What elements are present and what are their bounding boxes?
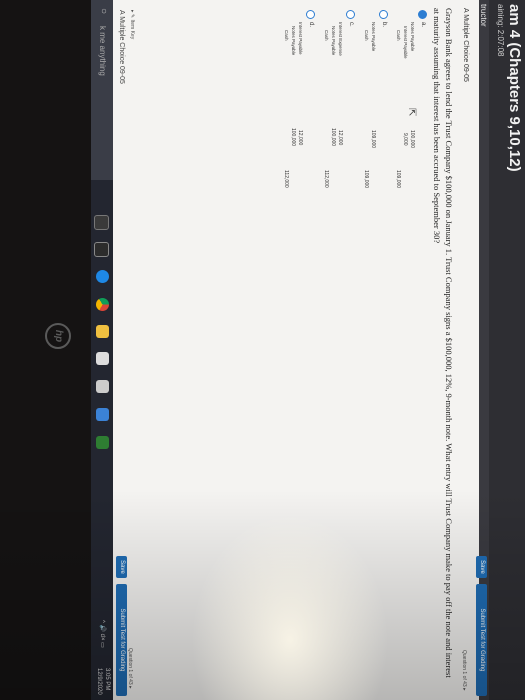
exam-header: am 4 (Chapters 9,10,12) aining: 2:07:08: [489, 0, 525, 700]
submit-test-button-bottom[interactable]: Submit Test for Grading: [116, 584, 127, 696]
option-b-radio[interactable]: [379, 10, 388, 19]
store-icon[interactable]: [96, 352, 109, 365]
option-c-letter: c.: [348, 22, 354, 27]
footer-question-counter[interactable]: Question 1 of 43 ▸: [127, 648, 133, 689]
taskbar-search-placeholder: k me anything: [98, 26, 107, 76]
option-d-account: Interest Payable: [298, 22, 303, 55]
option-a-credit: 109,000: [395, 170, 401, 189]
option-b-credit: 109,000: [363, 170, 369, 189]
option-c-account: Notes Payable: [331, 26, 336, 56]
edge-browser-icon[interactable]: [96, 270, 109, 283]
windows-taskbar: ○ k me anything ^ 🔊 d× ▭ 3:05 PM 12/9/20…: [91, 0, 113, 700]
system-tray[interactable]: ^ 🔊 d× ▭: [99, 620, 106, 648]
laptop-bezel: hp: [0, 0, 91, 700]
option-c-debit: 12,000: [337, 130, 343, 146]
option-a-radio[interactable]: [418, 10, 427, 19]
option-c-debit: 100,000: [330, 128, 336, 147]
option-d-letter: d.: [308, 22, 314, 28]
option-a-account: Notes Payable: [410, 22, 415, 52]
question-text: Grayson Bank agrees to lend the Trust Co…: [432, 8, 454, 678]
option-a-letter: a.: [420, 22, 426, 28]
app-icon[interactable]: [96, 408, 109, 421]
option-c-account: Interest Expense: [338, 22, 343, 56]
footer-question-name: A Multiple Choice 09-05: [118, 10, 125, 84]
option-c-account: Cash: [324, 30, 329, 41]
item-key-link[interactable]: ▸ ✎ Item Key: [129, 10, 135, 39]
option-b-debit: 109,000: [370, 130, 376, 149]
search-icon: ○: [98, 8, 109, 15]
option-a-account: Interest Payable: [403, 26, 408, 59]
mouse-cursor-icon: ⇱: [406, 108, 417, 117]
question-counter[interactable]: Question 1 of 43 ▸: [461, 650, 467, 691]
mic-icon[interactable]: [94, 215, 109, 230]
taskbar-clock[interactable]: 3:05 PM 12/9/2020: [95, 668, 111, 695]
question-heading: A Multiple Choice 09-05: [462, 8, 469, 82]
time-remaining: aining: 2:07:08: [496, 4, 505, 57]
option-c-credit: 112,000: [323, 170, 329, 188]
instructor-link[interactable]: tructor: [479, 4, 488, 27]
submit-test-button[interactable]: Submit Test for Grading: [476, 584, 487, 696]
settings-gear-icon[interactable]: [96, 380, 109, 393]
option-b-account: Cash: [364, 30, 369, 41]
spreadsheet-icon[interactable]: [96, 436, 109, 449]
option-d-account: Notes Payable: [291, 26, 296, 56]
option-d-account: Cash: [284, 30, 289, 41]
taskbar-search-box[interactable]: ○ k me anything: [91, 0, 113, 180]
hp-logo-icon: hp: [45, 323, 71, 349]
option-a-debit: 9,000: [402, 133, 408, 146]
laptop-screen: am 4 (Chapters 9,10,12) aining: 2:07:08 …: [0, 0, 525, 700]
option-d-radio[interactable]: [306, 10, 315, 19]
option-b-account: Notes Payable: [371, 22, 376, 52]
photo-scene: am 4 (Chapters 9,10,12) aining: 2:07:08 …: [0, 0, 525, 700]
chrome-browser-icon[interactable]: [96, 298, 109, 311]
task-view-icon[interactable]: [94, 242, 109, 257]
file-explorer-icon[interactable]: [96, 325, 109, 338]
option-a-debit: 100,000: [409, 130, 415, 149]
option-d-debit: 100,000: [290, 128, 296, 147]
clock-date: 12/9/2020: [96, 668, 102, 695]
option-d-debit: 12,000: [297, 130, 303, 146]
option-d-credit: 112,000: [283, 170, 289, 188]
save-button[interactable]: Save: [476, 556, 487, 578]
save-button-bottom[interactable]: Save: [116, 556, 127, 578]
option-b-letter: b.: [381, 22, 387, 28]
option-c-radio[interactable]: [346, 10, 355, 19]
clock-time: 3:05 PM: [104, 668, 110, 691]
exam-title: am 4 (Chapters 9,10,12): [506, 4, 523, 172]
option-a-account: Cash: [396, 30, 401, 41]
